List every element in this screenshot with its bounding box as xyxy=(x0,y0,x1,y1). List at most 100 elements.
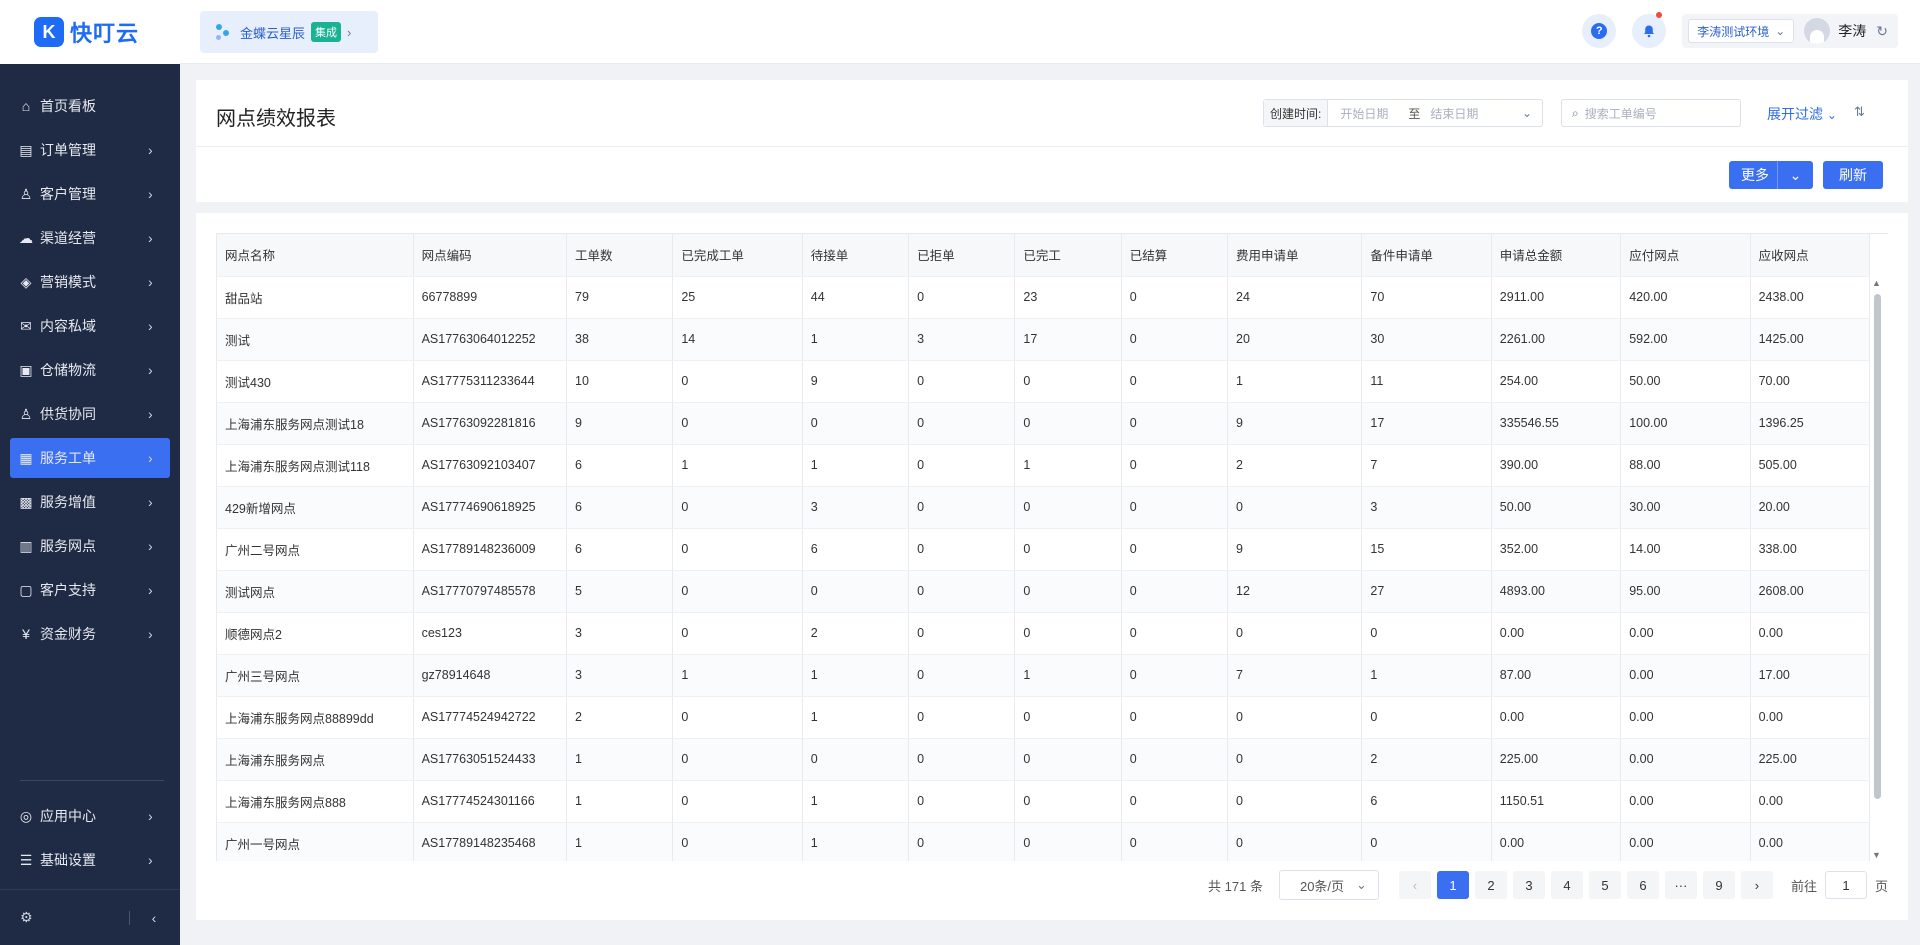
column-header[interactable]: 工单数 xyxy=(566,234,674,277)
column-header[interactable]: 网点名称 xyxy=(216,234,414,277)
table-cell: 0 xyxy=(1121,402,1229,445)
sidebar-item-9[interactable]: ▩ 服务增值 › xyxy=(10,482,170,522)
table-cell: 70 xyxy=(1361,276,1492,319)
sidebar-bottom-item-0[interactable]: ◎ 应用中心 › xyxy=(10,796,170,836)
page-button[interactable]: 4 xyxy=(1550,871,1583,899)
next-page-button[interactable]: › xyxy=(1740,871,1773,899)
table-row[interactable]: 甜品站 66778899 79 25 44 0 23 0 24 70 2911.00 420.00 24… xyxy=(216,276,1871,319)
chevron-right-icon: › xyxy=(148,406,153,422)
scroll-down-icon[interactable]: ▼ xyxy=(1872,850,1881,860)
column-header[interactable]: 网点编码 xyxy=(413,234,568,277)
settings-gear-icon[interactable]: ⚙ xyxy=(20,909,33,926)
table-row[interactable]: 测试430 AS17775311233644 10 0 9 0 0 0 1 11 254.00 50.… xyxy=(216,360,1871,403)
page-button[interactable]: 3 xyxy=(1512,871,1545,899)
chevron-right-icon: › xyxy=(148,582,153,598)
sidebar-item-4[interactable]: ◈ 营销模式 › xyxy=(10,262,170,302)
start-date-input[interactable]: 开始日期 xyxy=(1340,105,1388,122)
integration-badge[interactable]: 金蝶云星辰 集成 › xyxy=(200,11,378,53)
notification-button[interactable] xyxy=(1632,12,1667,48)
table-row[interactable]: 测试网点 AS17770797485578 5 0 0 0 0 0 12 27 4893.00 95.… xyxy=(216,570,1871,613)
page-button[interactable]: 6 xyxy=(1626,871,1659,899)
table-cell: 3 xyxy=(566,612,674,655)
page-button[interactable]: 2 xyxy=(1474,871,1507,899)
page-button[interactable]: 1 xyxy=(1436,871,1469,899)
column-header[interactable]: 应付网点 xyxy=(1620,234,1751,277)
table-cell: 1 xyxy=(802,696,910,739)
table-cell: 0 xyxy=(1014,738,1122,781)
column-header[interactable]: 申请总金额 xyxy=(1491,234,1622,277)
table-row[interactable]: 429新增网点 AS17774690618925 6 0 3 0 0 0 0 3 50.00 30.0… xyxy=(216,486,1871,529)
end-date-input[interactable]: 结束日期 xyxy=(1430,105,1478,122)
column-header[interactable]: 已完工 xyxy=(1014,234,1122,277)
sidebar-bottom-item-1[interactable]: ☰ 基础设置 › xyxy=(10,840,170,880)
table-cell: 44 xyxy=(802,276,910,319)
table-cell: 27 xyxy=(1361,570,1492,613)
sidebar-item-8[interactable]: ▦ 服务工单 › xyxy=(10,438,170,478)
table-row[interactable]: 上海浦东服务网点 AS17763051524433 1 0 0 0 0 0 0 2 225.00 0.… xyxy=(216,738,1871,781)
column-header[interactable]: 费用申请单 xyxy=(1227,234,1363,277)
column-header[interactable]: 已结算 xyxy=(1121,234,1229,277)
refresh-button[interactable]: 刷新 xyxy=(1823,161,1883,189)
sidebar-item-3[interactable]: ☁ 渠道经营 › xyxy=(10,218,170,258)
page-button[interactable]: 5 xyxy=(1588,871,1621,899)
search-placeholder: 搜索工单编号 xyxy=(1584,106,1657,121)
table-cell: 3 xyxy=(1361,486,1492,529)
table-row[interactable]: 广州二号网点 AS17789148236009 6 0 6 0 0 0 9 15 352.00 14.… xyxy=(216,528,1871,571)
table-row[interactable]: 上海浦东服务网点测试118 AS17763092103407 6 1 1 0 1 0 2 7 390… xyxy=(216,444,1871,487)
sidebar-item-1[interactable]: ▤ 订单管理 › xyxy=(10,130,170,170)
search-input[interactable]: ⌕ 搜索工单编号 xyxy=(1561,99,1741,127)
sidebar-item-label: 内容私域 xyxy=(40,318,96,334)
column-header[interactable]: 应收网点 xyxy=(1750,234,1871,277)
scroll-up-icon[interactable]: ▲ xyxy=(1872,278,1881,288)
table-row[interactable]: 上海浦东服务网点88899dd AS17774524942722 2 0 1 0 0 0 0 0 0… xyxy=(216,696,1871,739)
table-cell: AS17774524942722 xyxy=(413,696,568,739)
sidebar-item-12[interactable]: ¥ 资金财务 › xyxy=(10,614,170,654)
avatar[interactable] xyxy=(1804,18,1831,44)
chevron-down-icon[interactable]: ⌄ xyxy=(1777,161,1813,189)
sidebar-item-7[interactable]: ♙ 供货协同 › xyxy=(10,394,170,434)
report-table-container[interactable]: 网点名称 网点编码 工单数 已完成工单 待接单 已拒单 已完工 已结算 费用申请单 备件申请单 申请… xyxy=(216,233,1888,861)
table-cell: 测试430 xyxy=(216,360,414,403)
column-header[interactable]: 已拒单 xyxy=(908,234,1016,277)
table-row[interactable]: 上海浦东服务网点888 AS17774524301166 1 0 1 0 0 0 0 6 1150.… xyxy=(216,780,1871,823)
expand-filter-link[interactable]: 展开过滤 ⌄ xyxy=(1767,104,1837,124)
sidebar-item-10[interactable]: ▥ 服务网点 › xyxy=(10,526,170,566)
table-row[interactable]: 测试 AS17763064012252 38 14 1 3 17 0 20 30 2261.00 59… xyxy=(216,318,1871,361)
vertical-scrollbar[interactable]: ▲ ▼ xyxy=(1870,276,1884,861)
table-row[interactable]: 广州一号网点 AS17789148235468 1 0 1 0 0 0 0 0 0.00 0.00 0.… xyxy=(216,822,1871,861)
page-size-select[interactable]: 20条/页 ⌄ xyxy=(1278,870,1379,900)
refresh-icon[interactable]: ↻ xyxy=(1876,23,1888,40)
column-header[interactable]: 已完成工单 xyxy=(672,234,803,277)
collapse-sidebar-icon[interactable]: ‹ xyxy=(152,910,157,926)
column-header[interactable]: 备件申请单 xyxy=(1361,234,1492,277)
date-range-filter[interactable]: 创建时间: 开始日期 至 结束日期 ⌄ xyxy=(1263,99,1543,127)
sidebar-item-6[interactable]: ▣ 仓储物流 › xyxy=(10,350,170,390)
logo[interactable]: K 快叮云 xyxy=(0,0,180,64)
sidebar-item-11[interactable]: ▢ 客户支持 › xyxy=(10,570,170,610)
table-cell: 0 xyxy=(1227,612,1363,655)
environment-selector[interactable]: 李涛测试环境 ⌄ xyxy=(1688,19,1795,43)
table-cell: 10 xyxy=(566,360,674,403)
table-cell: 429新增网点 xyxy=(216,486,414,529)
sidebar-item-0[interactable]: ⌂ 首页看板 xyxy=(10,86,170,126)
username[interactable]: 李涛 xyxy=(1838,21,1866,41)
sidebar-item-2[interactable]: ♙ 客户管理 › xyxy=(10,174,170,214)
table-row[interactable]: 广州三号网点 gz78914648 3 1 1 0 1 0 7 1 87.00 0.00 17.00 xyxy=(216,654,1871,697)
table-row[interactable]: 顺德网点2 ces123 3 0 2 0 0 0 0 0 0.00 0.00 0.00 xyxy=(216,612,1871,655)
table-cell: 352.00 xyxy=(1491,528,1622,571)
help-button[interactable]: ? xyxy=(1582,14,1617,48)
prev-page-button[interactable]: ‹ xyxy=(1398,871,1431,899)
table-row[interactable]: 上海浦东服务网点测试18 AS17763092281816 9 0 0 0 0 0 9 17 335… xyxy=(216,402,1871,445)
page-button[interactable]: ··· xyxy=(1664,871,1697,899)
order-icon: ▤ xyxy=(19,141,33,158)
column-header[interactable]: 待接单 xyxy=(802,234,910,277)
sort-icon[interactable]: ⇅ xyxy=(1854,104,1865,120)
sidebar-item-5[interactable]: ✉ 内容私域 › xyxy=(10,306,170,346)
goto-page-input[interactable]: 1 xyxy=(1824,871,1867,899)
chevron-right-icon: › xyxy=(148,362,153,378)
scrollbar-thumb[interactable] xyxy=(1874,294,1881,799)
page-button[interactable]: 9 xyxy=(1702,871,1735,899)
goto-label: 前往 xyxy=(1790,878,1817,894)
more-button[interactable]: 更多 ⌄ xyxy=(1729,161,1813,189)
table-cell: 0 xyxy=(802,738,910,781)
